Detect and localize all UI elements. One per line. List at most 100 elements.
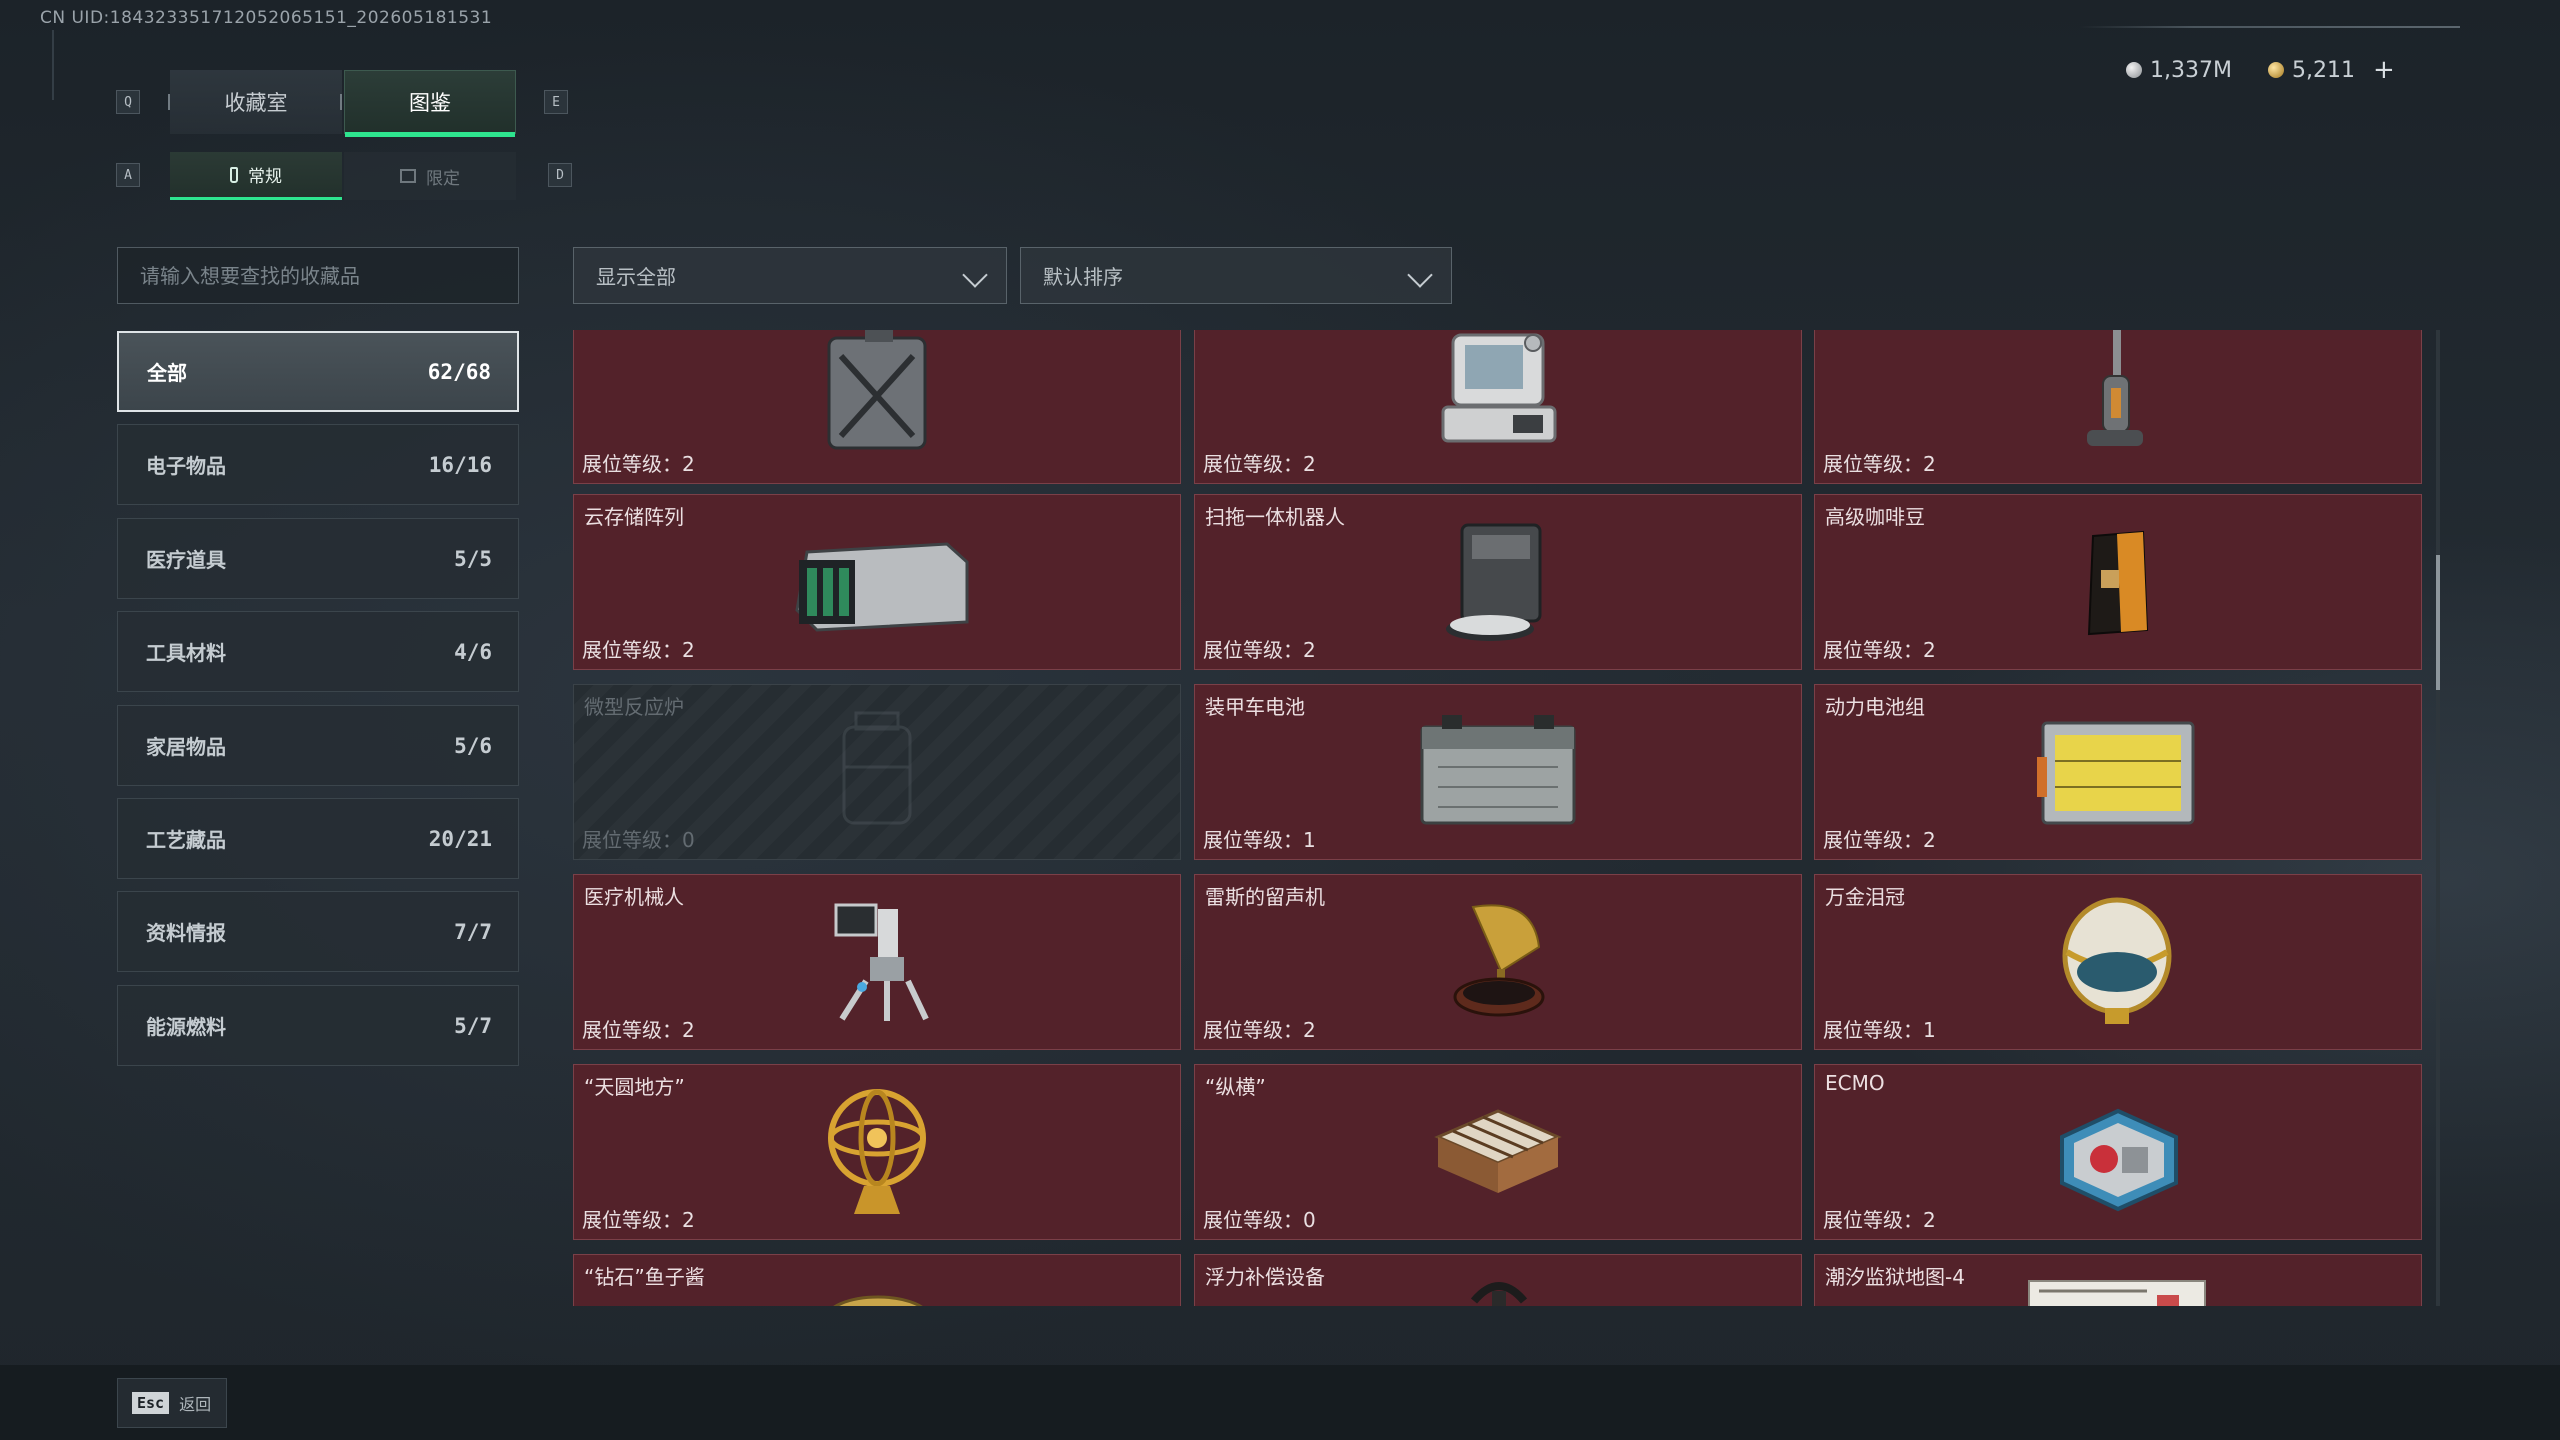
item-name: 潮汐监狱地图-4 [1825,1265,1965,1289]
item-card-locked[interactable]: 微型反应炉 展位等级：0 [573,684,1181,860]
item-level: 展位等级：2 [1823,828,1936,852]
item-name: 医疗机械人 [584,885,684,909]
tab-collection-room[interactable]: 收藏室 [170,70,342,134]
map-document-icon [2028,1280,2206,1306]
sort-dropdown[interactable]: 默认排序 [1020,247,1452,304]
category-label: 医疗道具 [146,548,226,572]
scrollbar-thumb[interactable] [2436,555,2440,690]
jeweled-egg-icon [2062,897,2172,1024]
silver-amount: 1,337M [2150,57,2232,83]
subtab-regular[interactable]: 常规 [170,152,342,200]
next-subtab-key[interactable]: D [548,163,572,187]
bottle-icon [230,166,238,183]
item-level: 展位等级：2 [582,1018,695,1042]
display-filter-dropdown[interactable]: 显示全部 [573,247,1007,304]
item-card[interactable]: 高级咖啡豆 展位等级：2 [1814,494,2422,670]
header-divider [2080,26,2460,28]
item-card[interactable]: 潮汐监狱地图-4 [1814,1254,2422,1306]
category-count: 16/16 [428,452,492,477]
car-battery-icon [1420,715,1576,825]
robot-vacuum-icon [1446,523,1542,641]
category-intel[interactable]: 资料情报 7/7 [117,891,519,972]
item-card[interactable]: 展位等级：2 [1194,330,1802,484]
item-name: 云存储阵列 [584,505,684,529]
item-card[interactable]: 医疗机械人 展位等级：2 [573,874,1181,1050]
item-card[interactable]: “天圆地方” 展位等级：2 [573,1064,1181,1240]
silver-coin-icon [2126,62,2142,78]
chess-box-icon [1434,1109,1562,1193]
category-count: 4/6 [454,639,492,664]
subtab-regular-label: 常规 [248,167,282,187]
item-name: “纵横” [1205,1075,1266,1099]
category-electronics[interactable]: 电子物品 16/16 [117,424,519,505]
item-card[interactable]: “纵横” 展位等级：0 [1194,1064,1802,1240]
back-button[interactable]: Esc 返回 [117,1378,227,1428]
chevron-down-icon [1407,262,1433,288]
item-name: 雷斯的留声机 [1205,885,1325,909]
back-label: 返回 [179,1395,212,1414]
item-level: 展位等级：0 [1203,1208,1316,1232]
item-card[interactable]: 动力电池组 展位等级：2 [1814,684,2422,860]
category-medical[interactable]: 医疗道具 5/5 [117,518,519,599]
item-name: ECMO [1825,1071,1885,1095]
tab-separator [340,94,342,110]
item-level: 展位等级：1 [1203,828,1316,852]
prev-tab-key[interactable]: Q [116,90,140,114]
item-card[interactable]: 装甲车电池 展位等级：1 [1194,684,1802,860]
category-all[interactable]: 全部 62/68 [117,331,519,412]
item-level: 展位等级：2 [1823,1208,1936,1232]
item-name: 高级咖啡豆 [1825,505,1925,529]
item-name: 动力电池组 [1825,695,1925,719]
tab-catalog[interactable]: 图鉴 [344,70,516,137]
item-card[interactable]: 扫拖一体机器人 展位等级：2 [1194,494,1802,670]
gold-currency: 5,211 + [2268,55,2395,85]
item-level: 展位等级：2 [582,452,695,476]
next-tab-key[interactable]: E [544,90,568,114]
gramophone-icon [1453,904,1545,1017]
gold-coin-icon [2268,62,2284,78]
item-card[interactable]: ECMO 展位等级：2 [1814,1064,2422,1240]
category-home[interactable]: 家居物品 5/6 [117,705,519,786]
item-level: 展位等级：2 [1203,638,1316,662]
category-label: 资料情报 [146,921,226,945]
grid-scrollbar[interactable] [2436,330,2440,1306]
category-label: 家居物品 [146,735,226,759]
item-name: 扫拖一体机器人 [1205,505,1345,529]
category-count: 5/6 [454,733,492,758]
category-label: 工艺藏品 [146,828,226,852]
item-level: 展位等级：0 [582,828,695,852]
search-input[interactable] [118,248,518,303]
item-level: 展位等级：2 [1203,452,1316,476]
chevron-down-icon [962,262,988,288]
image-icon [400,169,416,183]
medical-robot-icon [834,903,929,1021]
item-grid: 展位等级：2 展位等级：2 展位等级：2 云存储阵列 展位等级：2 扫拖一体机器… [572,330,2424,1306]
prev-subtab-key[interactable]: A [116,163,140,187]
item-level: 展位等级：2 [1823,638,1936,662]
item-level: 展位等级：2 [1203,1018,1316,1042]
silver-currency: 1,337M [2126,57,2232,83]
item-card[interactable]: 万金泪冠 展位等级：1 [1814,874,2422,1050]
add-currency-button[interactable]: + [2373,55,2395,85]
category-label: 能源燃料 [146,1015,226,1039]
bottom-bar [0,1365,2560,1440]
floor-washer-icon [2087,330,2143,446]
item-card[interactable]: 展位等级：2 [1814,330,2422,484]
subtab-limited[interactable]: 限定 [344,152,516,200]
item-card[interactable]: 浮力补偿设备 [1194,1254,1802,1306]
item-card[interactable]: 云存储阵列 展位等级：2 [573,494,1181,670]
item-name: “天圆地方” [584,1075,685,1099]
item-card[interactable]: 展位等级：2 [573,330,1181,484]
category-tools[interactable]: 工具材料 4/6 [117,611,519,692]
category-energy[interactable]: 能源燃料 5/7 [117,985,519,1066]
item-card[interactable]: 雷斯的留声机 展位等级：2 [1194,874,1802,1050]
category-crafts[interactable]: 工艺藏品 20/21 [117,798,519,879]
category-count: 5/5 [454,546,492,571]
item-name: 装甲车电池 [1205,695,1305,719]
caviar-tin-icon [833,1295,923,1306]
item-card[interactable]: “钻石”鱼子酱 [573,1254,1181,1306]
category-count: 5/7 [454,1013,492,1038]
ecmo-icon [2060,1108,2178,1212]
search-box [117,247,519,304]
category-label: 工具材料 [146,641,226,665]
